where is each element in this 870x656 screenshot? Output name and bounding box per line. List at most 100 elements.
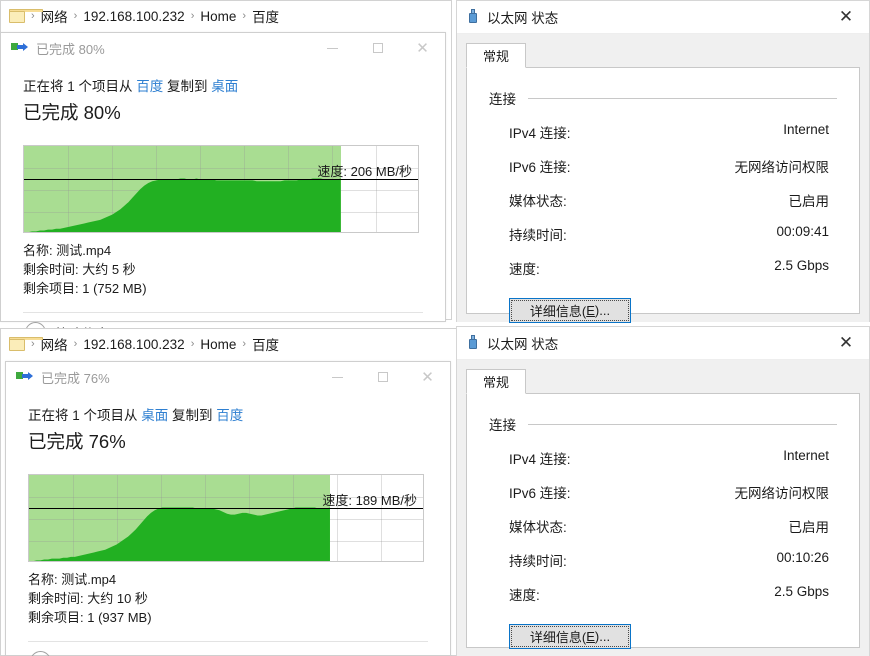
copy-source-link[interactable]: 桌面 [141,408,168,423]
group-title: 连接 [489,88,516,108]
row-label: IPv6 连接: [509,156,571,176]
dialog-body: 常规 连接 IPv4 连接: Internet IPv6 连接: 无网络访问权限… [457,360,869,656]
row-value: 已启用 [789,516,830,536]
breadcrumb-item-baidu[interactable]: 百度 [247,6,284,26]
row-speed: 速度: 2.5 Gbps [489,258,837,278]
row-value: 2.5 Gbps [774,258,829,278]
close-icon[interactable]: ✕ [823,327,869,359]
details-button-accelerator: E [586,303,595,318]
titlebar[interactable]: 已完成 80% ✕ [1,33,445,63]
row-label: 持续时间: [509,550,567,570]
screen: › 网络 › 192.168.100.232 › Home › 百度 已完成 8… [0,0,870,656]
copy-percent-text: 已完成 76% [28,428,428,454]
detail-time-remaining: 剩余时间: 大约 10 秒 [28,589,428,608]
tab-panel-general: 连接 IPv4 连接: Internet IPv6 连接: 无网络访问权限 媒体… [466,68,860,314]
row-value: 无网络访问权限 [735,156,830,176]
group-rule [528,98,837,99]
details-button-accelerator: E [586,629,595,644]
row-ipv4: IPv4 连接: Internet [489,122,837,142]
window-title: 以太网 状态 [487,333,558,353]
row-value: 已启用 [789,190,830,210]
copy-target-link[interactable]: 桌面 [211,79,238,94]
close-icon[interactable]: ✕ [823,1,869,33]
row-label: 媒体状态: [509,190,567,210]
window-title: 已完成 76% [41,368,110,387]
window-title: 以太网 状态 [487,7,558,27]
maximize-icon[interactable] [360,362,405,392]
folder-icon [9,9,26,23]
copy-source-link[interactable]: 百度 [136,79,163,94]
speed-curve [24,146,419,233]
copy-details: 名称: 测试.mp4 剩余时间: 大约 5 秒 剩余项目: 1 (752 MB) [23,241,423,298]
details-button-pre: 详细信息( [530,627,586,646]
titlebar[interactable]: 以太网 状态 ✕ [457,1,869,34]
copy-file-icon [11,42,29,54]
speed-label: 速度: 206 MB/秒 [317,161,412,180]
group-title: 连接 [489,414,516,434]
ethernet-status-dialog-top: 以太网 状态 ✕ 常规 连接 IPv4 连接: Internet IPv6 连接… [456,0,870,322]
copy-details: 名称: 测试.mp4 剩余时间: 大约 10 秒 剩余项目: 1 (937 MB… [28,570,428,627]
detail-time-remaining: 剩余时间: 大约 5 秒 [23,260,423,279]
window-controls: ✕ [315,362,450,392]
row-value: 2.5 Gbps [774,584,829,604]
maximize-icon[interactable] [355,33,400,63]
group-rule [528,424,837,425]
copy-progress-dialog-top: 已完成 80% ✕ 正在将 1 个项目从 百度 复制到 桌面 已完成 80% ✕ [0,32,446,322]
window-controls: ✕ [310,33,445,63]
tab-general[interactable]: 常规 [466,369,526,394]
group-connection: 连接 [489,414,837,434]
breadcrumb-item-home[interactable]: Home [195,337,241,352]
dialog-body: 正在将 1 个项目从 桌面 复制到 百度 已完成 76% ✕ 速度: 189 M… [6,404,450,656]
copy-description: 正在将 1 个项目从 百度 复制到 桌面 [23,75,423,95]
row-duration: 持续时间: 00:09:41 [489,224,837,244]
less-details-label: 简略信息 [60,652,114,656]
row-value: Internet [783,448,829,468]
copy-description: 正在将 1 个项目从 桌面 复制到 百度 [28,404,428,424]
close-icon[interactable]: ✕ [400,33,445,63]
row-duration: 持续时间: 00:10:26 [489,550,837,570]
details-button[interactable]: 详细信息(E)... [509,624,631,649]
close-icon[interactable]: ✕ [405,362,450,392]
breadcrumb-item-host[interactable]: 192.168.100.232 [78,9,189,24]
details-button-pre: 详细信息( [530,301,586,320]
group-connection: 连接 [489,88,837,108]
titlebar[interactable]: 以太网 状态 ✕ [457,327,869,360]
speed-curve [29,475,424,562]
row-label: 速度: [509,258,540,278]
details-button-wrap: 详细信息(E)... [489,624,837,649]
row-label: IPv6 连接: [509,482,571,502]
detail-name: 名称: 测试.mp4 [23,241,423,260]
dialog-body: 正在将 1 个项目从 百度 复制到 桌面 已完成 80% ✕ 速度: 206 M… [1,75,445,343]
ethernet-status-dialog-bottom: 以太网 状态 ✕ 常规 连接 IPv4 连接: Internet IPv6 连接… [456,326,870,656]
breadcrumb-item-host[interactable]: 192.168.100.232 [78,337,189,352]
copy-description-middle: 复制到 [168,408,216,423]
row-ipv6: IPv6 连接: 无网络访问权限 [489,482,837,502]
titlebar[interactable]: 已完成 76% ✕ [6,362,450,392]
tab-panel-general: 连接 IPv4 连接: Internet IPv6 连接: 无网络访问权限 媒体… [466,394,860,648]
details-button-wrap: 详细信息(E)... [489,298,837,323]
minimize-icon[interactable] [315,362,360,392]
breadcrumb[interactable]: › 网络 › 192.168.100.232 › Home › 百度 [1,329,457,359]
copy-progress-dialog-bottom: 已完成 76% ✕ 正在将 1 个项目从 桌面 复制到 百度 已完成 76% ✕ [5,361,451,656]
row-label: 速度: [509,584,540,604]
folder-icon [9,337,26,351]
row-label: IPv4 连接: [509,448,571,468]
row-media-state: 媒体状态: 已启用 [489,190,837,210]
copy-description-middle: 复制到 [163,79,211,94]
copy-description-prefix: 正在将 1 个项目从 [28,408,141,423]
details-button[interactable]: 详细信息(E)... [509,298,631,323]
details-button-post: )... [595,303,610,318]
minimize-icon[interactable] [310,33,355,63]
speed-label: 速度: 189 MB/秒 [322,490,417,509]
row-speed: 速度: 2.5 Gbps [489,584,837,604]
detail-items-remaining: 剩余项目: 1 (937 MB) [28,608,428,627]
breadcrumb-item-baidu[interactable]: 百度 [247,334,284,354]
less-details-toggle[interactable]: 简略信息 [28,642,428,656]
network-plug-icon [467,335,479,351]
tab-general[interactable]: 常规 [466,43,526,68]
row-value: 00:09:41 [776,224,829,244]
copy-target-link[interactable]: 百度 [216,408,243,423]
breadcrumb-item-home[interactable]: Home [195,9,241,24]
row-value: 00:10:26 [776,550,829,570]
breadcrumb[interactable]: › 网络 › 192.168.100.232 › Home › 百度 [1,1,451,31]
